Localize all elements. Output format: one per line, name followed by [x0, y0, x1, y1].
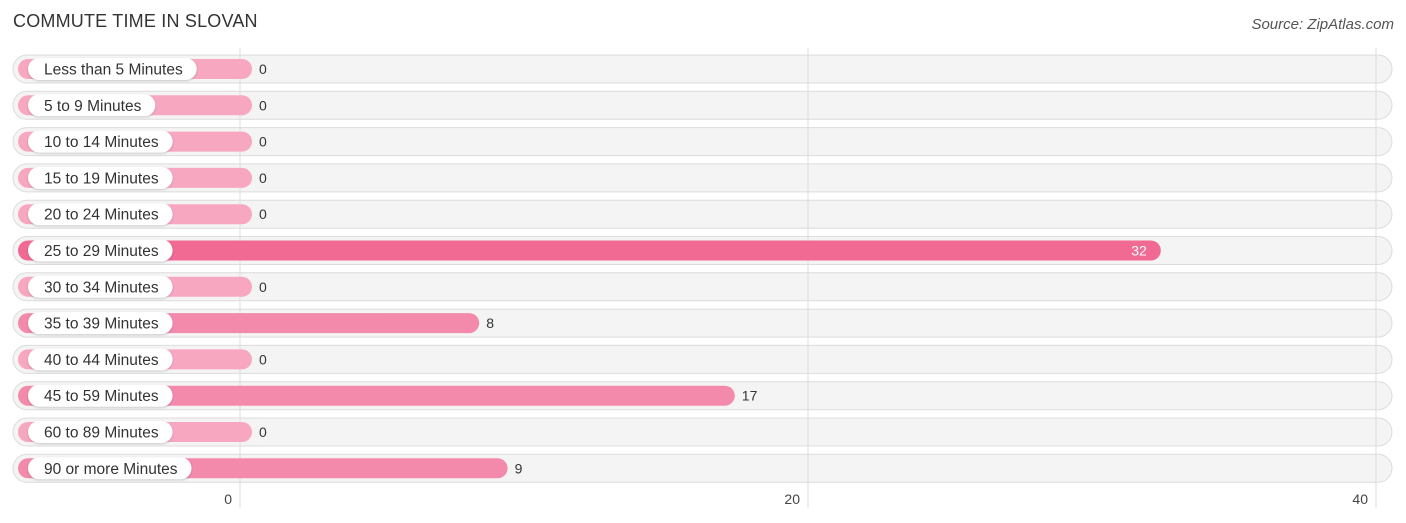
- category-label: 60 to 89 Minutes: [44, 425, 159, 442]
- bar-group[interactable]: Less than 5 Minutes 0: [18, 58, 267, 80]
- bar[interactable]: [18, 240, 1161, 261]
- bar-chart: Less than 5 Minutes 05 to 9 Minutes 010 to…: [12, 48, 1393, 508]
- category-label: 40 to 44 Minutes: [44, 352, 159, 369]
- axis-ticks: 0 20 40: [224, 491, 1368, 507]
- category-label: Less than 5 Minutes: [44, 62, 183, 79]
- bar-group[interactable]: 40 to 44 Minutes 0: [18, 348, 267, 371]
- category-label: 25 to 29 Minutes: [44, 243, 159, 260]
- value-label: 0: [259, 351, 267, 367]
- category-label: 90 or more Minutes: [44, 461, 178, 478]
- value-label: 8: [486, 315, 494, 331]
- bar-group[interactable]: 15 to 19 Minutes 0: [18, 166, 267, 189]
- category-label: 20 to 24 Minutes: [44, 207, 159, 224]
- value-label: 0: [259, 206, 267, 222]
- value-label: 0: [259, 170, 267, 186]
- value-label: 32: [1131, 243, 1147, 259]
- category-label: 15 to 19 Minutes: [44, 170, 159, 187]
- category-label: 45 to 59 Minutes: [44, 388, 159, 405]
- bar-group[interactable]: 20 to 24 Minutes 0: [18, 203, 267, 226]
- value-label: 0: [259, 61, 267, 77]
- bar-group[interactable]: 25 to 29 Minutes 32: [18, 239, 1161, 262]
- value-label: 0: [259, 279, 267, 295]
- bar-group[interactable]: 90 or more Minutes 9: [18, 457, 523, 480]
- bar-group[interactable]: 10 to 14 Minutes 0: [18, 130, 267, 153]
- x-tick-label: 40: [1352, 491, 1368, 507]
- bar-group[interactable]: 30 to 34 Minutes 0: [18, 275, 267, 298]
- bars: Less than 5 Minutes 05 to 9 Minutes 010 to…: [18, 58, 1161, 480]
- bar-group[interactable]: 5 to 9 Minutes 0: [18, 94, 267, 117]
- x-tick-label: 20: [784, 491, 800, 507]
- value-label: 17: [742, 388, 758, 404]
- row-backgrounds: [12, 54, 1393, 483]
- category-label: 10 to 14 Minutes: [44, 134, 159, 151]
- category-label: 35 to 39 Minutes: [44, 316, 159, 333]
- value-label: 0: [259, 424, 267, 440]
- value-label: 9: [515, 460, 523, 476]
- value-label: 0: [259, 97, 267, 113]
- bar-group[interactable]: 60 to 89 Minutes 0: [18, 421, 267, 443]
- bar-group[interactable]: 35 to 39 Minutes 8: [18, 312, 494, 335]
- value-label: 0: [259, 134, 267, 150]
- category-label: 5 to 9 Minutes: [44, 98, 142, 115]
- x-tick-label: 0: [224, 491, 232, 507]
- bar-group[interactable]: 45 to 59 Minutes 17: [18, 384, 758, 407]
- category-label: 30 to 34 Minutes: [44, 279, 159, 296]
